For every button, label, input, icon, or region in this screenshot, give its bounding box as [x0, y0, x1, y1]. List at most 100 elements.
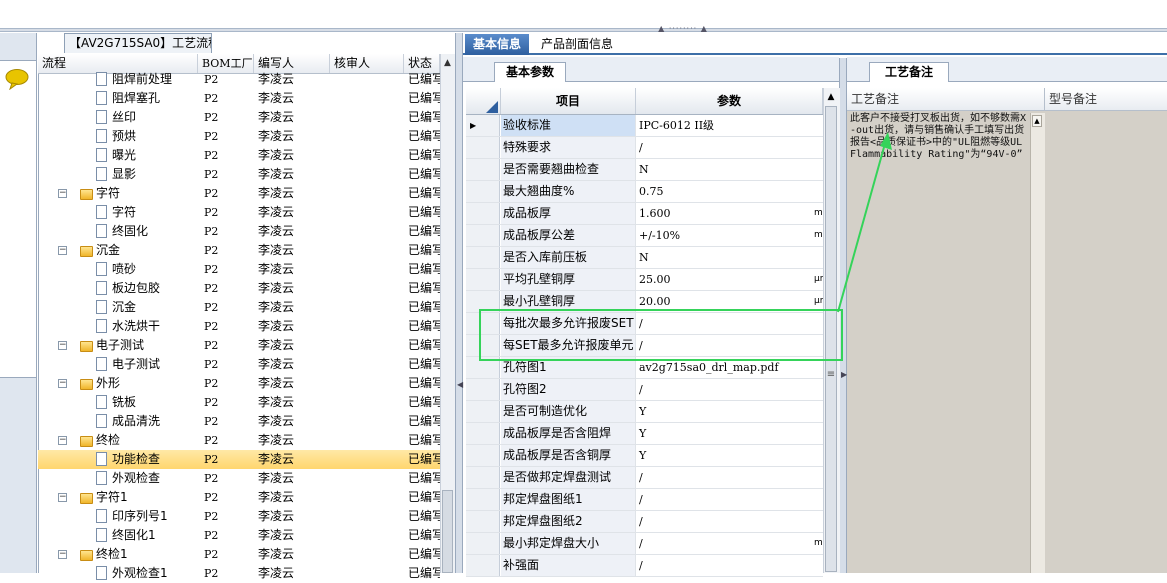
param-row[interactable]: 成品板厚是否含阻焊 Y [466, 423, 823, 445]
tree-step-node[interactable]: 显影 P2 李凌云 已编写 [38, 165, 440, 184]
subtab-process-remark[interactable]: 工艺备注 [869, 62, 949, 82]
tree-step-node[interactable]: 喷砂 P2 李凌云 已编写 [38, 260, 440, 279]
row-header[interactable] [466, 203, 500, 224]
collapse-node-icon[interactable]: − [58, 341, 67, 350]
splitter-grip-icon[interactable]: ▲ ········ ▲ [650, 25, 716, 33]
collapse-node-icon[interactable]: − [58, 493, 67, 502]
row-header[interactable] [466, 445, 500, 466]
tree-step-node[interactable]: 外观检查1 P2 李凌云 已编写 [38, 564, 440, 583]
tree-step-node[interactable]: 功能检查 P2 李凌云 已编写 [38, 450, 440, 469]
collapse-node-icon[interactable]: − [58, 436, 67, 445]
tree-folder-node[interactable]: − 终检 P2 李凌云 已编写 [38, 431, 440, 450]
tab-basic-info[interactable]: 基本信息 [465, 34, 529, 55]
param-value[interactable]: / [636, 533, 817, 554]
chat-bubble-icon[interactable] [4, 68, 30, 90]
collapse-node-icon[interactable]: − [58, 550, 67, 559]
param-value[interactable]: Y [636, 445, 817, 466]
param-value[interactable]: N [636, 159, 817, 180]
param-row[interactable]: 成品板厚是否含铜厚 Y [466, 445, 823, 467]
param-row[interactable]: 成品板厚1.600mm [466, 203, 823, 225]
row-header[interactable] [466, 489, 500, 510]
row-header[interactable] [466, 533, 500, 554]
tree-step-node[interactable]: 水洗烘干 P2 李凌云 已编写 [38, 317, 440, 336]
tree-panel-tab[interactable]: 【AV2G715SA0】工艺流程 [64, 33, 212, 53]
param-row[interactable]: 最小邦定焊盘大小/mm [466, 533, 823, 555]
row-header[interactable] [466, 225, 500, 246]
param-value[interactable]: 1.600 [636, 203, 817, 224]
param-row[interactable]: 邦定焊盘图纸2/ [466, 511, 823, 533]
tree-step-node[interactable]: 电子测试 P2 李凌云 已编写 [38, 355, 440, 374]
row-header[interactable] [466, 181, 500, 202]
subtab-basic-params[interactable]: 基本参数 [494, 62, 566, 82]
tree-folder-node[interactable]: − 沉金 P2 李凌云 已编写 [38, 241, 440, 260]
tree-folder-node[interactable]: − 字符1 P2 李凌云 已编写 [38, 488, 440, 507]
row-header[interactable] [466, 247, 500, 268]
row-header[interactable] [466, 159, 500, 180]
param-value[interactable]: / [636, 137, 817, 158]
row-header[interactable] [466, 401, 500, 422]
param-row[interactable]: 是否做邦定焊盘测试 / [466, 467, 823, 489]
param-value[interactable]: / [636, 489, 817, 510]
param-row[interactable]: 平均孔壁铜厚25.00μm [466, 269, 823, 291]
param-value[interactable]: Y [636, 401, 817, 422]
tree-step-node[interactable]: 印序列号1 P2 李凌云 已编写 [38, 507, 440, 526]
tree-step-node[interactable]: 沉金 P2 李凌云 已编写 [38, 298, 440, 317]
tree-step-node[interactable]: 终固化1 P2 李凌云 已编写 [38, 526, 440, 545]
col-process-remark[interactable]: 工艺备注 [851, 90, 899, 107]
tree-step-node[interactable]: 预烘 P2 李凌云 已编写 [38, 127, 440, 146]
param-row[interactable]: 是否入库前压板 N [466, 247, 823, 269]
tree-step-node[interactable]: 板边包胶 P2 李凌云 已编写 [38, 279, 440, 298]
top-splitter[interactable] [0, 28, 1167, 32]
param-row[interactable]: 是否可制造优化 Y [466, 401, 823, 423]
process-remark-text[interactable]: 此客户不接受打叉板出货，如不够数需X-out出货，请与销售确认手工填写出货报告<… [850, 113, 1030, 233]
collapse-node-icon[interactable]: − [58, 246, 67, 255]
tab-product-profile[interactable]: 产品剖面信息 [536, 34, 618, 55]
model-remark-area[interactable] [1046, 113, 1167, 573]
tree-folder-node[interactable]: − 外形 P2 李凌云 已编写 [38, 374, 440, 393]
tree-step-node[interactable]: 曝光 P2 李凌云 已编写 [38, 146, 440, 165]
col-param[interactable]: 参数 [636, 88, 823, 114]
param-value[interactable]: N [636, 247, 817, 268]
param-row[interactable]: 验收标准 IPC-6012 II级 [466, 115, 823, 137]
tree-step-node[interactable]: 丝印 P2 李凌云 已编写 [38, 108, 440, 127]
tree-step-node[interactable]: 终固化 P2 李凌云 已编写 [38, 222, 440, 241]
tree-step-node[interactable]: 阻焊前处理 P2 李凌云 已编写 [38, 70, 440, 89]
collapse-left-icon[interactable]: ◀ [457, 380, 463, 389]
tree-step-node[interactable]: 成品清洗 P2 李凌云 已编写 [38, 412, 440, 431]
param-row[interactable]: 是否需要翘曲检查 N [466, 159, 823, 181]
param-value[interactable]: / [636, 467, 817, 488]
row-header[interactable] [466, 511, 500, 532]
scroll-up-arrow-icon[interactable]: ▲ [1032, 115, 1042, 127]
param-value[interactable]: +/-10% [636, 225, 817, 246]
tree-step-node[interactable]: 字符 P2 李凌云 已编写 [38, 203, 440, 222]
scroll-up-arrow-icon[interactable]: ▲ [440, 56, 455, 70]
param-value[interactable]: 0.75 [636, 181, 817, 202]
param-value[interactable]: Y [636, 423, 817, 444]
param-row[interactable]: 邦定焊盘图纸1/ [466, 489, 823, 511]
param-row[interactable]: 最大翘曲度% 0.75 [466, 181, 823, 203]
tree-scroll-thumb[interactable] [442, 490, 453, 573]
scroll-up-arrow-icon[interactable]: ▲ [823, 90, 839, 104]
param-value[interactable]: 25.00 [636, 269, 817, 290]
param-value[interactable]: / [636, 511, 817, 532]
param-row[interactable]: 成品板厚公差+/-10%mm [466, 225, 823, 247]
param-row[interactable]: 补强面 / [466, 555, 823, 577]
param-row[interactable]: 孔符图2/ [466, 379, 823, 401]
row-header[interactable] [466, 269, 500, 290]
tree-folder-node[interactable]: − 字符 P2 李凌云 已编写 [38, 184, 440, 203]
left-splitter[interactable] [455, 33, 463, 573]
row-header[interactable] [466, 423, 500, 444]
param-row[interactable]: 特殊要求 / [466, 137, 823, 159]
tree-step-node[interactable]: 阻焊塞孔 P2 李凌云 已编写 [38, 89, 440, 108]
row-header[interactable] [466, 467, 500, 488]
row-header[interactable] [466, 379, 500, 400]
collapse-node-icon[interactable]: − [58, 379, 67, 388]
param-value[interactable]: / [636, 379, 817, 400]
col-item[interactable]: 项目 [501, 88, 636, 114]
remark-scrollbar[interactable] [1030, 113, 1045, 573]
col-model-remark[interactable]: 型号备注 [1049, 90, 1097, 107]
row-header[interactable] [466, 137, 500, 158]
tree-folder-node[interactable]: − 终检1 P2 李凌云 已编写 [38, 545, 440, 564]
tree-step-node[interactable]: 铣板 P2 李凌云 已编写 [38, 393, 440, 412]
tree-step-node[interactable]: 外观检查 P2 李凌云 已编写 [38, 469, 440, 488]
